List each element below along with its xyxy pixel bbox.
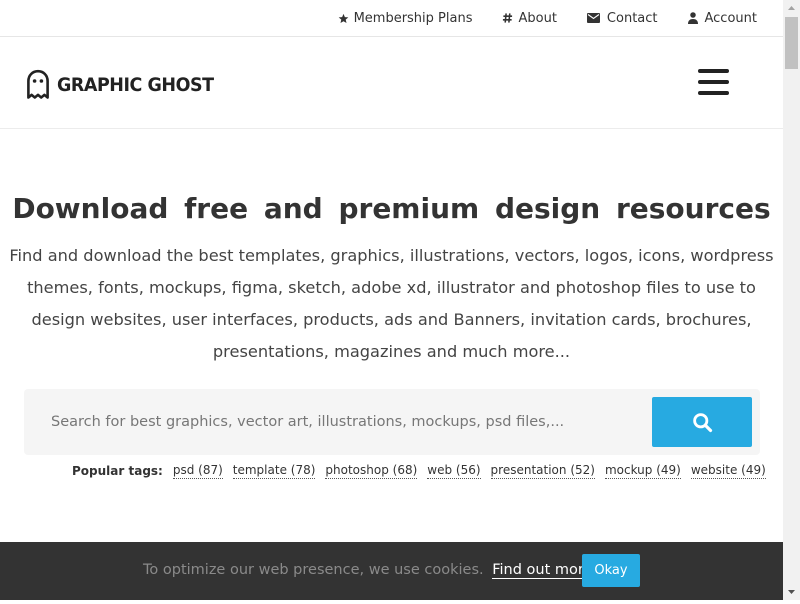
tag-link[interactable]: mockup (49) [604,463,681,479]
scrollbar-thumb[interactable] [785,17,798,69]
tag-link[interactable]: website (49) [690,463,766,479]
search-icon [692,412,713,433]
vertical-scrollbar[interactable] [783,0,800,600]
top-bar: Membership Plans About Contact Account [0,0,783,37]
cookie-banner: To optimize our web presence, we use coo… [0,542,783,600]
ghost-logo-icon [26,69,50,100]
user-icon [687,12,698,24]
top-nav-label: About [518,10,557,26]
tag-link[interactable]: psd (87) [172,463,223,479]
cookie-message: To optimize our web presence, we use coo… [143,562,598,579]
top-nav-label: Contact [606,10,658,26]
hero-description: Find and download the best templates, gr… [9,246,774,361]
star-icon [338,13,349,24]
top-nav-contact[interactable]: Contact [586,10,658,26]
top-nav: Membership Plans About Contact Account [308,0,757,36]
top-nav-account[interactable]: Account [687,10,758,26]
tag-link[interactable]: presentation (52) [490,463,595,479]
hero-title: Download free and premium design resourc… [12,192,771,225]
tag-link[interactable]: photoshop (68) [325,463,418,479]
popular-tags-label: Popular tags: [72,464,163,478]
cookie-text: To optimize our web presence, we use coo… [143,562,484,578]
hamburger-bar [698,69,729,73]
site-logo[interactable]: GRAPHIC GHOST [26,69,227,100]
popular-tags: Popular tags: psd (87) template (78) pho… [72,463,776,479]
hamburger-bar [698,80,729,84]
top-nav-about[interactable]: About [502,10,557,26]
search-button[interactable] [652,397,752,447]
top-nav-label: Membership Plans [353,10,473,26]
top-nav-membership-plans[interactable]: Membership Plans [338,10,473,26]
logo-text: GRAPHIC GHOST [57,73,214,96]
page: Membership Plans About Contact Account G… [0,0,783,600]
envelope-icon [586,13,600,23]
scroll-down-arrow-icon[interactable] [783,583,800,600]
site-header: GRAPHIC GHOST [0,37,783,129]
hamburger-menu-button[interactable] [698,69,729,96]
scroll-up-arrow-icon[interactable] [783,0,800,17]
tag-link[interactable]: template (78) [232,463,316,479]
tag-link[interactable]: web (56) [427,463,481,479]
top-nav-label: Account [704,10,758,26]
search-bar [24,389,760,455]
search-input[interactable] [38,397,648,447]
cookie-okay-button[interactable]: Okay [582,554,640,587]
hash-icon [502,12,513,24]
hamburger-bar [698,91,729,95]
